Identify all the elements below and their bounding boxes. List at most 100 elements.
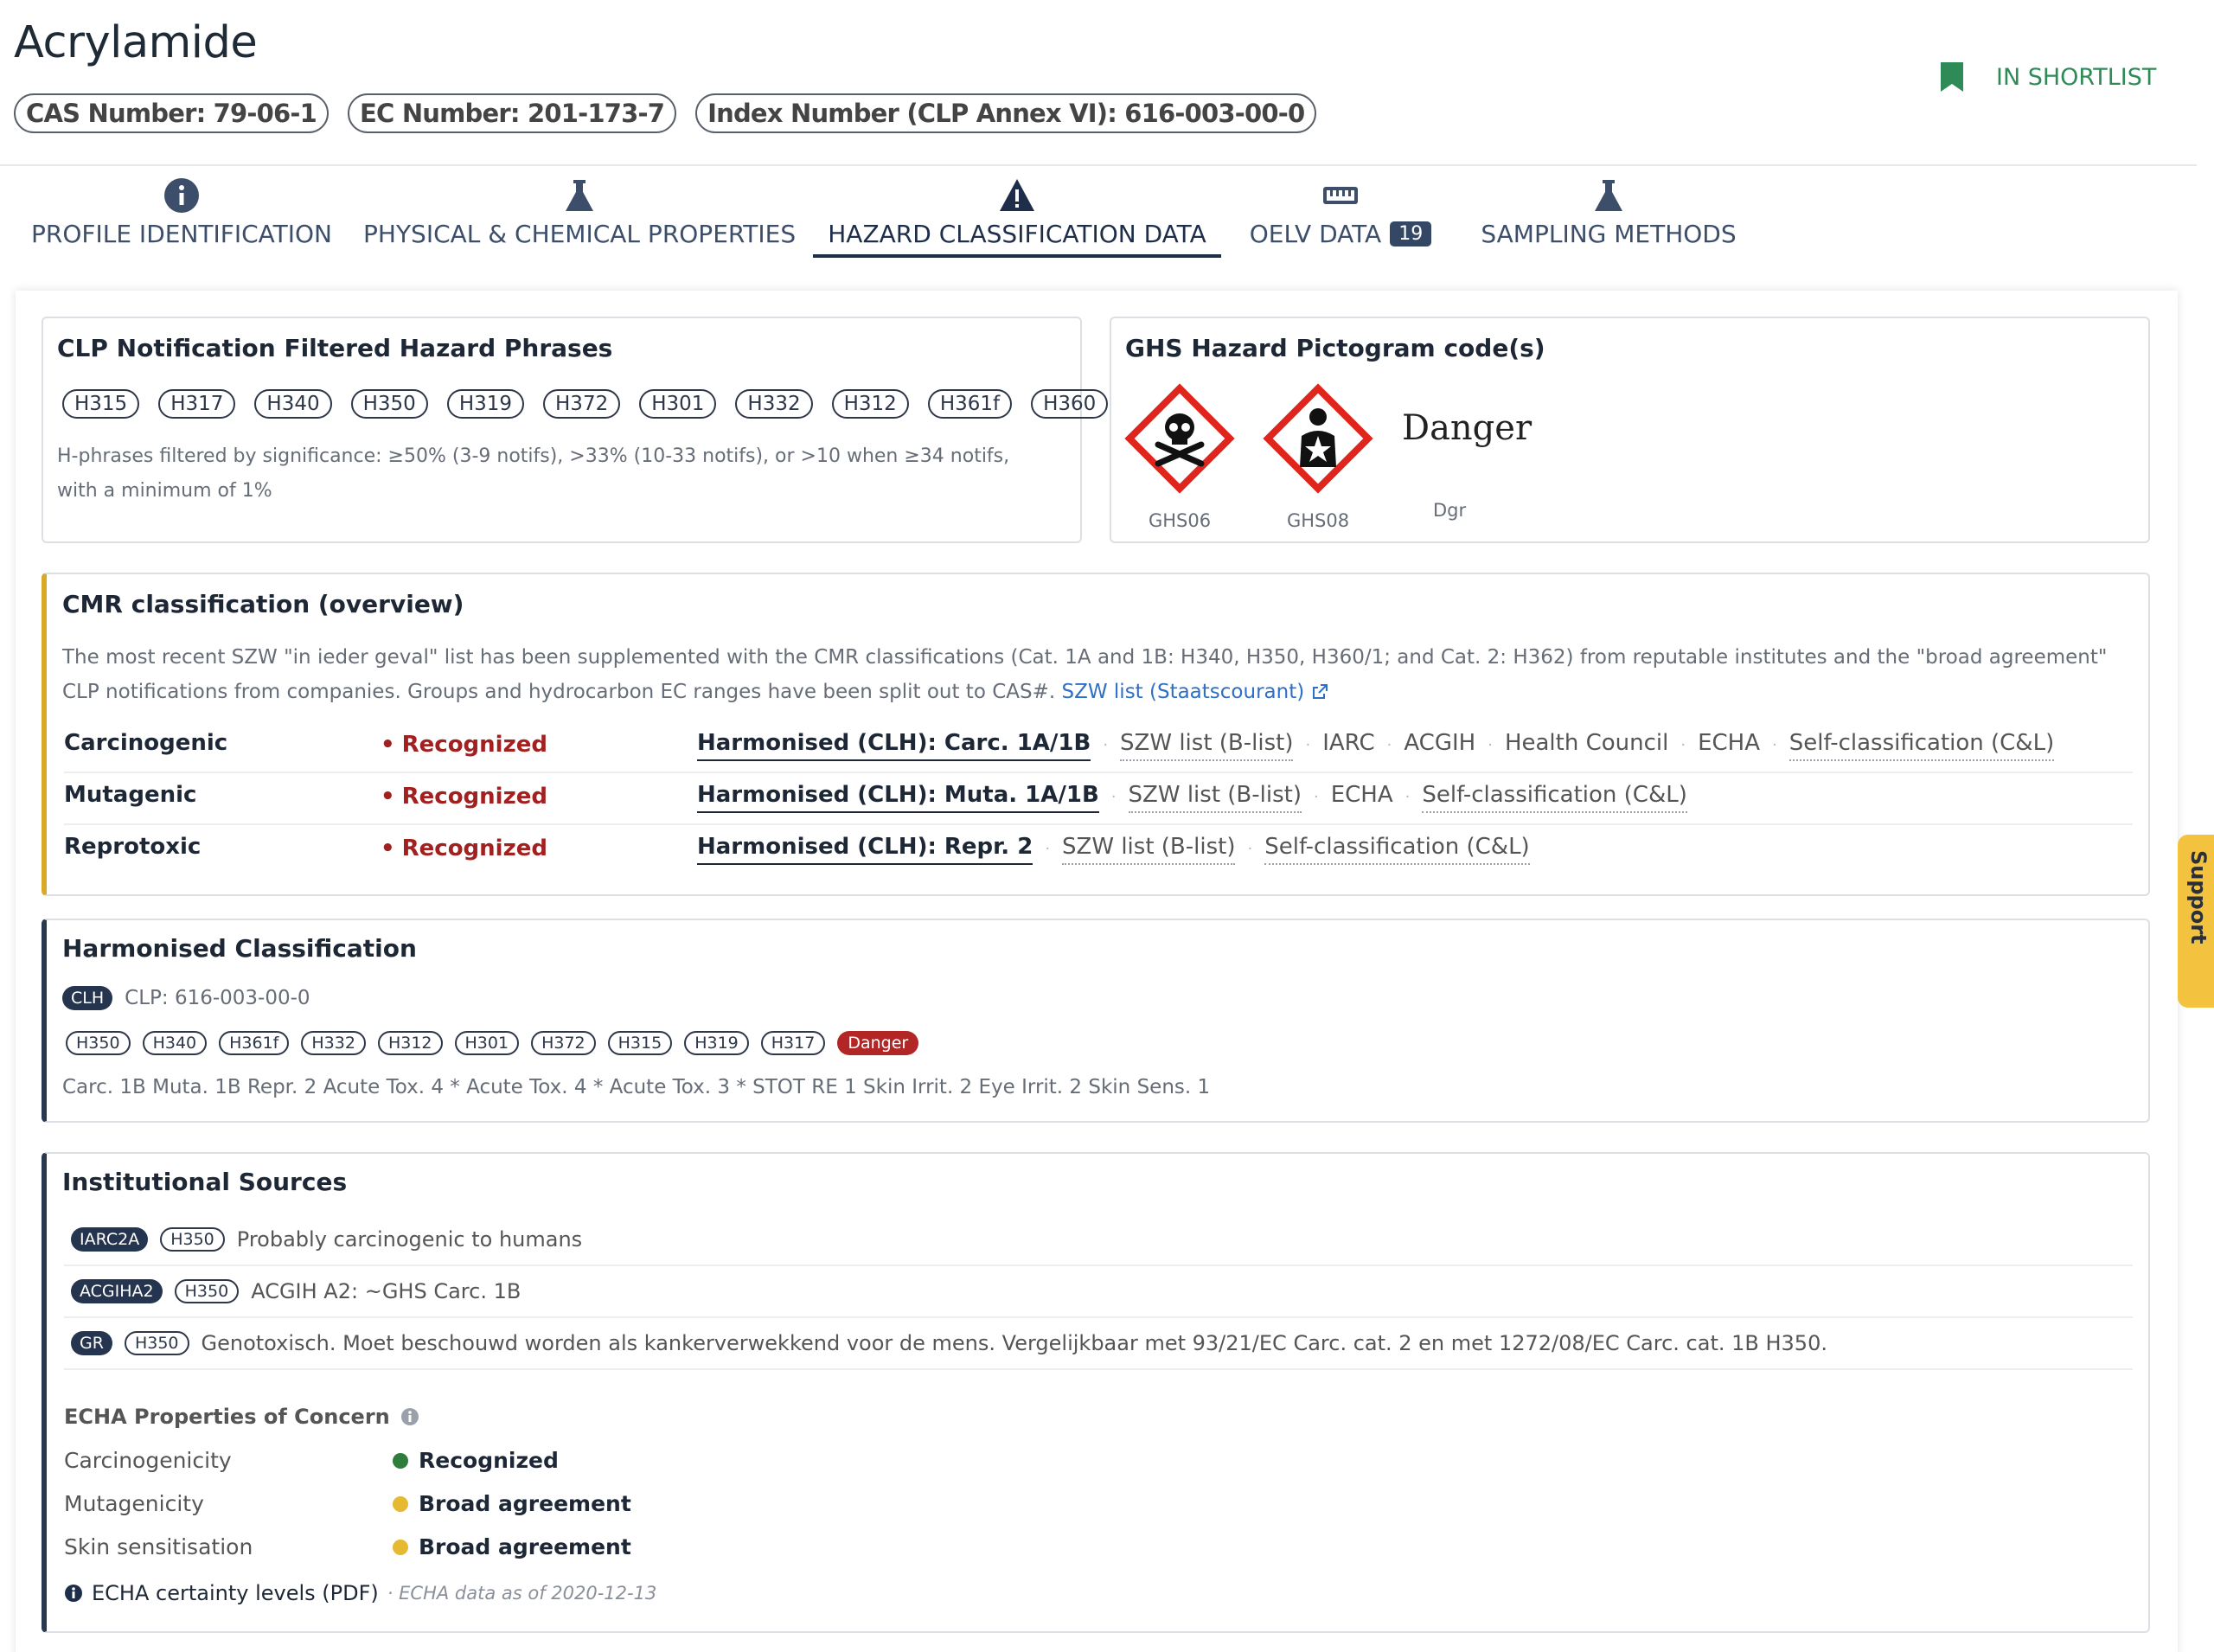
hazard-phrase-pill: H319 xyxy=(684,1031,749,1055)
ghs-card-title: GHS Hazard Pictogram code(s) xyxy=(1125,334,1545,362)
cmr-source-link[interactable]: ACGIH xyxy=(1404,730,1475,759)
harmonised-classification-card: Harmonised Classification CLH CLP: 616-0… xyxy=(42,919,2150,1123)
cmr-row-status: Recognized xyxy=(381,836,547,861)
echa-properties-title: ECHA Properties of Concern xyxy=(64,1405,390,1429)
institution-note: Genotoxisch. Moet beschouwd worden als k… xyxy=(201,1331,1827,1355)
echa-properties-heading: ECHA Properties of Concern xyxy=(64,1405,419,1429)
hazard-phrase-pill: H350 xyxy=(124,1331,189,1355)
tab-label: PROFILE IDENTIFICATION xyxy=(31,220,332,248)
tab-label-wrap: OELV DATA 19 xyxy=(1237,220,1444,248)
clp-filter-note: H-phrases filtered by significance: ≥50%… xyxy=(57,439,1009,509)
echa-property-level: Broad agreement xyxy=(419,1491,631,1516)
cmr-source-link[interactable]: Harmonised (CLH): Muta. 1A/1B xyxy=(697,782,1099,813)
hazard-phrase-pill: H332 xyxy=(301,1031,366,1055)
cmr-source-link[interactable]: Harmonised (CLH): Carc. 1A/1B xyxy=(697,730,1091,761)
source-separator: · xyxy=(1488,736,1493,754)
echa-property-name: Carcinogenicity xyxy=(64,1448,232,1473)
institutional-sources-card: Institutional Sources IARC2A H350 Probab… xyxy=(42,1152,2150,1633)
hazard-phrase-pill: H312 xyxy=(831,389,909,419)
hazard-phrase-pill: H312 xyxy=(377,1031,443,1055)
echa-certainty-footer: ECHA certainty levels (PDF) · ECHA data … xyxy=(64,1581,656,1605)
hazard-phrase-pill: H317 xyxy=(158,389,236,419)
identifier-pills: CAS Number: 79-06-1 EC Number: 201-173-7… xyxy=(14,93,1317,133)
hazard-phrase-pill: H301 xyxy=(454,1031,520,1055)
ghs06-code: GHS06 xyxy=(1148,510,1212,531)
cmr-source-link[interactable]: SZW list (B-list) xyxy=(1128,782,1302,813)
tab-label: HAZARD CLASSIFICATION DATA xyxy=(828,220,1206,248)
hazard-phrase-pill: H350 xyxy=(350,389,428,419)
tab-label: OELV DATA xyxy=(1249,220,1382,248)
institution-note: ACGIH A2: ~GHS Carc. 1B xyxy=(251,1279,522,1303)
cmr-source-link[interactable]: Self-classification (C&L) xyxy=(1422,782,1687,813)
echa-property-level-wrap: Broad agreement xyxy=(393,1534,631,1559)
cmr-source-link[interactable]: Health Council xyxy=(1505,730,1668,759)
flask-icon xyxy=(1595,180,1622,211)
cmr-row-name: Reprotoxic xyxy=(64,834,202,860)
shortlist-button[interactable]: IN SHORTLIST xyxy=(1939,61,2156,93)
cmr-row-reprotoxic: Reprotoxic Recognized Harmonised (CLH): … xyxy=(64,825,2133,877)
institution-badge: ACGIHA2 xyxy=(71,1279,163,1303)
szw-list-link[interactable]: SZW list (Staatscourant) xyxy=(1062,681,1328,703)
ghs08-pictogram: GHS08 xyxy=(1262,382,1374,531)
cmr-row-status: Recognized xyxy=(381,784,547,810)
cmr-source-link[interactable]: IARC xyxy=(1322,730,1374,759)
cmr-source-link[interactable]: Harmonised (CLH): Repr. 2 xyxy=(697,834,1033,865)
institutional-row-acgih: ACGIHA2 H350 ACGIH A2: ~GHS Carc. 1B xyxy=(64,1266,2133,1318)
bookmark-icon xyxy=(1941,62,1963,92)
echa-property-level: Broad agreement xyxy=(419,1534,631,1559)
tab-oelv-data[interactable]: OELV DATA 19 xyxy=(1237,170,1444,263)
cmr-source-link[interactable]: SZW list (B-list) xyxy=(1120,730,1294,761)
tab-sampling-methods[interactable]: SAMPLING METHODS xyxy=(1479,170,1738,263)
clp-card-title: CLP Notification Filtered Hazard Phrases xyxy=(57,334,613,362)
institutional-row-iarc: IARC2A H350 Probably carcinogenic to hum… xyxy=(64,1214,2133,1266)
health-hazard-icon xyxy=(1263,383,1373,494)
echa-property-row: Carcinogenicity Recognized xyxy=(64,1448,559,1473)
tab-physical-chemical-properties[interactable]: PHYSICAL & CHEMICAL PROPERTIES xyxy=(363,170,796,263)
hazard-phrase-pill: H350 xyxy=(66,1031,131,1055)
hazard-phrase-pill: H315 xyxy=(62,389,140,419)
hazard-class-list: Carc. 1B Muta. 1B Repr. 2 Acute Tox. 4 *… xyxy=(62,1076,1211,1098)
institution-badge: GR xyxy=(71,1331,112,1355)
ruler-icon xyxy=(1323,187,1358,204)
cmr-source-link[interactable]: Self-classification (C&L) xyxy=(1788,730,2055,761)
hazard-phrase-pill: H340 xyxy=(142,1031,208,1055)
substance-header: Acrylamide CAS Number: 79-06-1 EC Number… xyxy=(0,0,2197,166)
cmr-row-status: Recognized xyxy=(381,732,547,758)
cmr-source-link[interactable]: SZW list (B-list) xyxy=(1062,834,1236,865)
harmonised-card-title: Harmonised Classification xyxy=(62,934,417,963)
echa-certainty-link[interactable]: ECHA certainty levels (PDF) xyxy=(92,1581,379,1605)
oelv-count-badge: 19 xyxy=(1390,221,1432,247)
hazard-phrase-pill: H372 xyxy=(543,389,621,419)
cmr-classification-card: CMR classification (overview) The most r… xyxy=(42,573,2150,896)
echa-property-level: Recognized xyxy=(419,1448,559,1473)
cmr-source-link[interactable]: Self-classification (C&L) xyxy=(1264,834,1530,865)
status-dot xyxy=(393,1540,408,1555)
index-number-pill: Index Number (CLP Annex VI): 616-003-00-… xyxy=(695,93,1317,133)
cmr-description-line: CLP notifications from companies. Groups… xyxy=(62,681,1056,703)
clp-filter-note-line: H-phrases filtered by significance: ≥50%… xyxy=(57,445,1010,467)
cmr-source-link[interactable]: ECHA xyxy=(1331,782,1393,811)
ghs06-pictogram: GHS06 xyxy=(1123,382,1236,531)
tab-profile-identification[interactable]: PROFILE IDENTIFICATION xyxy=(24,170,339,263)
cmr-source-link[interactable]: ECHA xyxy=(1698,730,1760,759)
hazard-phrase-pill: H319 xyxy=(446,389,525,419)
signal-word-code: Dgr xyxy=(1433,500,1467,521)
section-tabs: PROFILE IDENTIFICATION PHYSICAL & CHEMIC… xyxy=(0,170,1816,265)
page-title: Acrylamide xyxy=(14,17,258,68)
cmr-row-carcinogenic: Carcinogenic Recognized Harmonised (CLH)… xyxy=(64,721,2133,773)
danger-signal-badge: Danger xyxy=(837,1031,919,1055)
support-button[interactable]: Support xyxy=(2178,835,2214,1008)
hazard-classification-panel: CLP Notification Filtered Hazard Phrases… xyxy=(16,291,2178,1652)
cmr-source-list: Harmonised (CLH): Repr. 2 · SZW list (B-l… xyxy=(697,834,1530,865)
tab-hazard-classification-data[interactable]: HAZARD CLASSIFICATION DATA xyxy=(813,170,1221,263)
clp-index-reference: CLP: 616-003-00-0 xyxy=(125,987,310,1009)
institutional-row-gr: GR H350 Genotoxisch. Moet beschouwd word… xyxy=(64,1318,2133,1370)
clp-phrase-list: H315 H317 H340 H350 H319 H372 H301 H332 … xyxy=(62,389,1109,419)
status-dot xyxy=(393,1496,408,1512)
harmonised-phrase-list: H350 H340 H361f H332 H312 H301 H372 H315… xyxy=(66,1031,919,1055)
cmr-source-list: Harmonised (CLH): Carc. 1A/1B · SZW list … xyxy=(697,730,2055,761)
ghs-pictogram-card: GHS Hazard Pictogram code(s) GHS06 GHS08… xyxy=(1110,317,2150,543)
hazard-phrase-pill: H361f xyxy=(219,1031,290,1055)
signal-word: Danger xyxy=(1402,408,1533,448)
info-icon[interactable] xyxy=(400,1407,419,1426)
